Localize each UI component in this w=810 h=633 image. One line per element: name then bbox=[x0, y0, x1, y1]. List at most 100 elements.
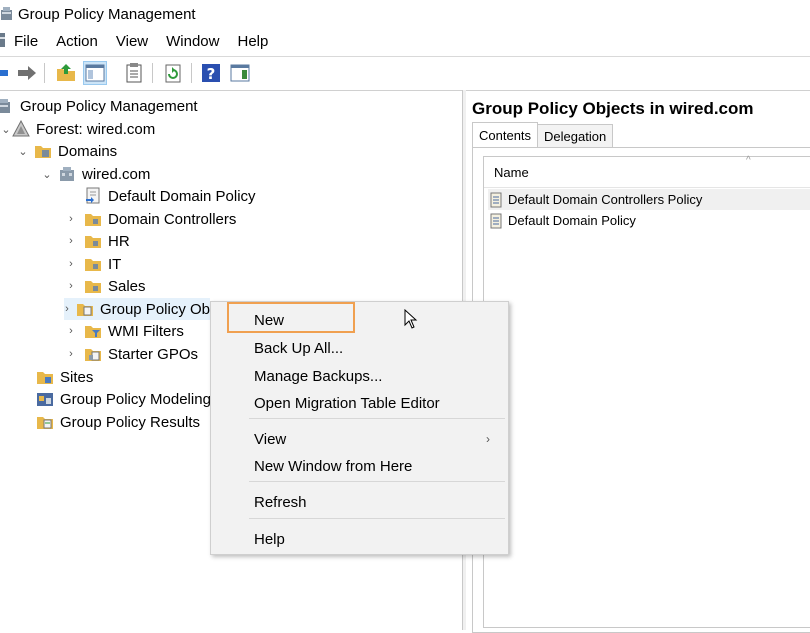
pane-title: Group Policy Objects in wired.com bbox=[472, 99, 754, 118]
tree-label: Group Policy Ob bbox=[99, 300, 210, 318]
chevron-right-icon[interactable]: › bbox=[64, 258, 78, 270]
list-item[interactable]: Default Domain Controllers Policy bbox=[488, 189, 810, 210]
ou-folder-icon bbox=[85, 214, 101, 226]
tree-label: Sales bbox=[108, 277, 146, 295]
tree-domains[interactable]: ⌄ Domains bbox=[16, 140, 117, 162]
tree-sites[interactable]: Sites bbox=[36, 366, 93, 388]
starter-gpo-icon bbox=[85, 349, 101, 361]
gpo-list: Name ^ Default Domain Controllers Policy bbox=[483, 155, 810, 628]
domain-icon bbox=[60, 167, 74, 181]
menu-separator bbox=[249, 481, 505, 482]
mouse-cursor-icon bbox=[404, 309, 418, 329]
wmi-filter-icon bbox=[85, 326, 101, 338]
gpo-folder-icon bbox=[76, 304, 93, 316]
menu-item-label: Back Up All... bbox=[254, 339, 344, 357]
context-menu: New Back Up All... Manage Backups... Ope… bbox=[210, 301, 509, 555]
tree-hr[interactable]: › HR bbox=[64, 230, 130, 252]
tree-sales[interactable]: › Sales bbox=[64, 275, 146, 297]
tree-label: wired.com bbox=[82, 165, 151, 183]
chevron-right-icon[interactable]: › bbox=[64, 280, 78, 292]
show-hide-tree-icon[interactable] bbox=[83, 61, 107, 85]
menu-item-back-up-all[interactable]: Back Up All... bbox=[211, 336, 508, 360]
menu-item-view[interactable]: View › bbox=[211, 427, 508, 451]
tree-it[interactable]: › IT bbox=[64, 253, 121, 275]
tree-default-domain-policy[interactable]: Default Domain Policy bbox=[84, 185, 256, 207]
back-icon[interactable] bbox=[0, 62, 10, 84]
sites-icon bbox=[37, 372, 53, 384]
window-title: Group Policy Management bbox=[18, 5, 196, 23]
menu-item-label: New Window from Here bbox=[254, 457, 413, 475]
chevron-down-icon[interactable]: ⌄ bbox=[0, 123, 12, 136]
toolbar-separator bbox=[44, 63, 45, 83]
tree-forest[interactable]: ⌄ Forest: wired.com bbox=[0, 118, 155, 140]
tree-label: Group Policy Management bbox=[20, 97, 198, 115]
tree-label: WMI Filters bbox=[108, 322, 184, 340]
column-header-label: Name bbox=[494, 164, 529, 180]
forward-icon[interactable] bbox=[16, 62, 38, 84]
tree-domain[interactable]: ⌄ wired.com bbox=[40, 163, 150, 185]
chevron-right-icon[interactable]: › bbox=[64, 348, 78, 360]
action-pane-icon[interactable] bbox=[229, 62, 251, 84]
menu-help[interactable]: Help bbox=[228, 33, 277, 50]
toolbar: ? bbox=[0, 56, 810, 89]
tree-group-policy-objects[interactable]: › Group Policy Ob bbox=[64, 298, 210, 320]
tree-domain-controllers[interactable]: › Domain Controllers bbox=[64, 208, 236, 230]
domains-folder-icon bbox=[35, 146, 51, 158]
menu-item-open-migration-table-editor[interactable]: Open Migration Table Editor bbox=[211, 391, 508, 415]
properties-icon[interactable] bbox=[123, 62, 145, 84]
list-item-label: Default Domain Controllers Policy bbox=[508, 192, 703, 207]
menu-window[interactable]: Window bbox=[157, 33, 228, 50]
chevron-right-icon[interactable]: › bbox=[64, 325, 78, 337]
gpo-scroll-icon bbox=[490, 213, 502, 228]
chevron-down-icon[interactable]: ⌄ bbox=[40, 168, 54, 181]
tree-wmi-filters[interactable]: › WMI Filters bbox=[64, 320, 184, 342]
list-item[interactable]: Default Domain Policy bbox=[488, 210, 810, 231]
column-header-name[interactable]: Name ^ bbox=[484, 155, 810, 188]
help-icon[interactable]: ? bbox=[200, 62, 222, 84]
ou-folder-icon bbox=[85, 281, 101, 293]
tree-starter-gpos[interactable]: › Starter GPOs bbox=[64, 343, 198, 365]
forest-icon bbox=[12, 120, 30, 137]
results-icon bbox=[37, 417, 53, 429]
chevron-right-icon[interactable]: › bbox=[64, 213, 78, 225]
chevron-right-icon[interactable]: › bbox=[64, 303, 70, 315]
new-item-highlight bbox=[227, 302, 355, 333]
menu-item-label: Help bbox=[254, 530, 285, 548]
menu-item-new-window-from-here[interactable]: New Window from Here bbox=[211, 454, 508, 478]
tree-label: Domain Controllers bbox=[108, 210, 237, 228]
tree-label: Group Policy Modeling bbox=[60, 390, 211, 408]
menu-separator bbox=[249, 418, 505, 419]
menu-item-refresh[interactable]: Refresh bbox=[211, 490, 508, 514]
menu-separator bbox=[249, 518, 505, 519]
tree-root[interactable]: Group Policy Management bbox=[0, 95, 198, 117]
tab-contents[interactable]: Contents bbox=[472, 122, 539, 148]
tab-content-frame: Name ^ Default Domain Controllers Policy bbox=[472, 147, 810, 633]
tree-results[interactable]: Group Policy Results bbox=[36, 411, 200, 433]
toolbar-separator bbox=[152, 63, 153, 83]
chevron-down-icon[interactable]: ⌄ bbox=[16, 145, 30, 158]
tab-delegation[interactable]: Delegation bbox=[537, 124, 614, 147]
menu-file[interactable]: File bbox=[0, 33, 47, 50]
refresh-icon[interactable] bbox=[162, 62, 184, 84]
tree-label: Group Policy Results bbox=[60, 413, 201, 431]
tree-modeling[interactable]: Group Policy Modeling bbox=[36, 388, 211, 410]
up-folder-icon[interactable] bbox=[55, 62, 77, 84]
tab-strip: Contents Delegation bbox=[472, 122, 614, 148]
details-pane: Group Policy Objects in wired.com Conten… bbox=[466, 90, 810, 633]
menu-item-label: Open Migration Table Editor bbox=[254, 394, 440, 412]
menu-action[interactable]: Action bbox=[47, 33, 107, 50]
tree-label: Default Domain Policy bbox=[108, 187, 256, 205]
tree-label: IT bbox=[108, 255, 122, 273]
ou-folder-icon bbox=[85, 236, 101, 248]
title-bar: Group Policy Management bbox=[0, 0, 810, 28]
gpo-scroll-icon bbox=[490, 192, 502, 207]
menu-item-help[interactable]: Help bbox=[211, 527, 508, 551]
menu-view[interactable]: View bbox=[107, 33, 157, 50]
tree-label: HR bbox=[108, 232, 130, 250]
menu-item-label: Manage Backups... bbox=[254, 367, 383, 385]
chevron-right-icon[interactable]: › bbox=[64, 235, 78, 247]
menu-item-label: Refresh bbox=[254, 493, 307, 511]
menu-item-manage-backups[interactable]: Manage Backups... bbox=[211, 364, 508, 388]
app-icon bbox=[1, 7, 12, 20]
menu-bar: File Action View Window Help bbox=[0, 28, 810, 54]
